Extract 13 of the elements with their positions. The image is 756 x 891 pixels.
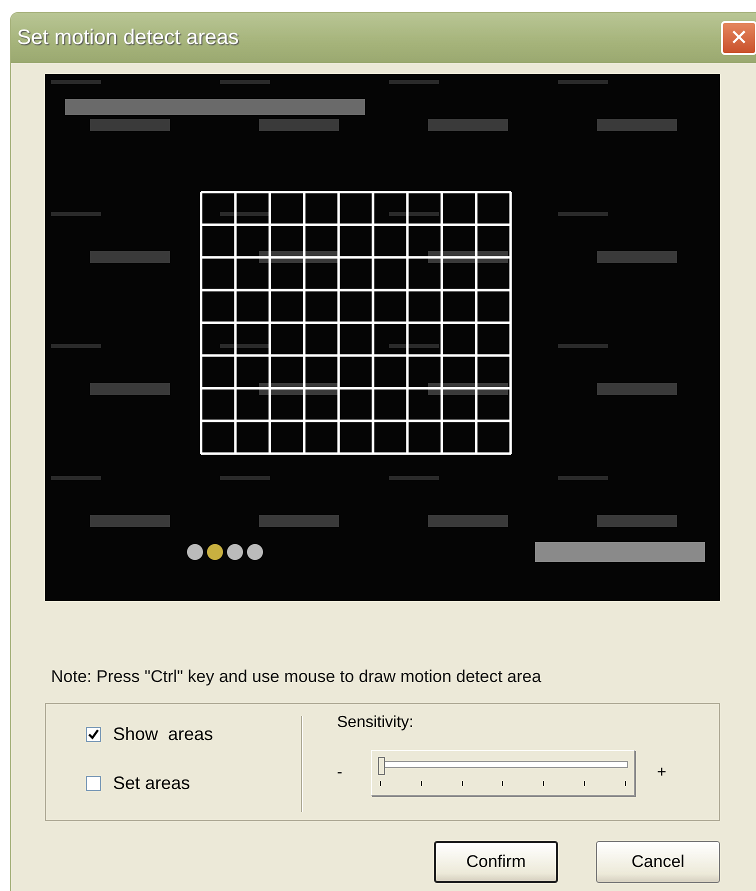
checkbox-label: Show areas [113,724,214,745]
cancel-button[interactable]: Cancel [596,841,720,883]
sensitivity-slider[interactable] [371,750,635,796]
plus-label: + [657,764,668,782]
checkbox[interactable] [86,776,101,791]
window-title: Set motion detect areas [17,26,239,50]
slider-thumb[interactable] [378,757,385,775]
confirm-button[interactable]: Confirm [434,841,558,883]
note-text: Note: Press "Ctrl" key and use mouse to draw motion detect area [51,667,542,687]
sensitivity-label: Sensitivity: [337,714,414,731]
minus-label: - [337,764,344,782]
checkbox-label: Set areas [113,773,190,794]
checkbox[interactable] [86,727,101,742]
